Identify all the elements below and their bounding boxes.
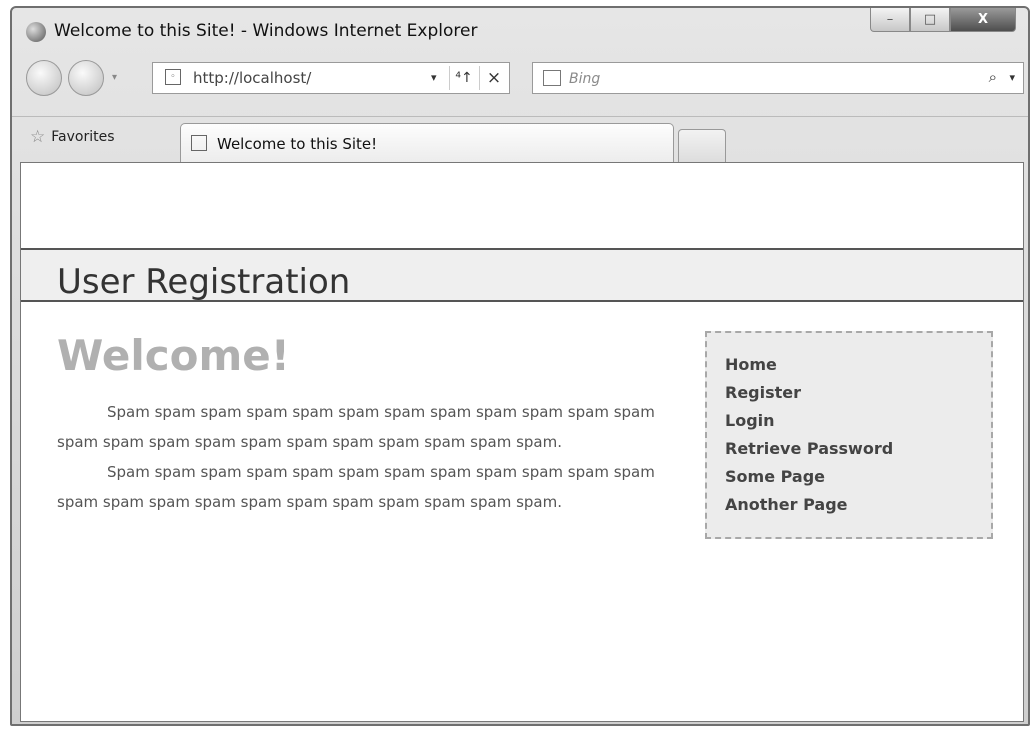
page-icon	[191, 135, 207, 151]
sidebar-item-another-page[interactable]: Another Page	[725, 491, 991, 519]
page-icon: ◦	[165, 69, 181, 85]
tab-label: Welcome to this Site!	[217, 135, 378, 153]
favorites-button[interactable]: ☆ Favorites	[30, 127, 115, 147]
maximize-button[interactable]: □	[910, 8, 950, 32]
page-content: User Registration Welcome! Spam spam spa…	[20, 162, 1024, 722]
stop-icon[interactable]: ×	[479, 66, 508, 90]
welcome-heading: Welcome!	[57, 331, 290, 380]
window-title: Welcome to this Site! - Windows Internet…	[54, 21, 478, 41]
main-content: Welcome! Spam spam spam spam spam spam s…	[57, 335, 657, 517]
favorites-label: Favorites	[51, 129, 115, 145]
sidebar-item-register[interactable]: Register	[725, 379, 991, 407]
page-banner: User Registration	[21, 248, 1023, 302]
search-input[interactable]	[567, 67, 951, 91]
sidebar-item-home[interactable]: Home	[725, 351, 991, 379]
paragraph: Spam spam spam spam spam spam spam spam …	[57, 403, 655, 451]
tab-active[interactable]: Welcome to this Site!	[180, 123, 674, 163]
refresh-icon[interactable]: ⁴↑	[449, 66, 478, 90]
address-bar[interactable]: ◦ http://localhost/ ▾ ⁴↑ ×	[152, 62, 510, 94]
history-dropdown-icon[interactable]: ▾	[112, 72, 117, 83]
forward-button[interactable]	[68, 60, 104, 96]
paragraph: Spam spam spam spam spam spam spam spam …	[57, 463, 655, 511]
browser-window: Welcome to this Site! - Windows Internet…	[10, 6, 1030, 726]
sidebar-item-retrieve-password[interactable]: Retrieve Password	[725, 435, 991, 463]
address-dropdown-icon[interactable]: ▾	[431, 71, 437, 84]
page-title: User Registration	[57, 262, 351, 302]
bing-icon	[543, 70, 561, 86]
address-text[interactable]: http://localhost/	[193, 69, 311, 87]
title-bar[interactable]: Welcome to this Site! - Windows Internet…	[12, 8, 1028, 52]
ie-logo-icon	[26, 22, 46, 42]
sidebar-menu: Home Register Login Retrieve Password So…	[705, 331, 993, 539]
close-button[interactable]: X	[950, 8, 1016, 32]
navigation-bar: ▾ ◦ http://localhost/ ▾ ⁴↑ × ⌕ ▾	[12, 52, 1028, 98]
search-box[interactable]: ⌕ ▾	[532, 62, 1024, 94]
search-dropdown-icon[interactable]: ▾	[1009, 71, 1015, 84]
sidebar-item-some-page[interactable]: Some Page	[725, 463, 991, 491]
window-controls: – □ X	[870, 8, 1016, 34]
back-button[interactable]	[26, 60, 62, 96]
star-icon: ☆	[30, 127, 46, 147]
sidebar-item-login[interactable]: Login	[725, 407, 991, 435]
minimize-button[interactable]: –	[870, 8, 910, 32]
new-tab-button[interactable]	[678, 129, 726, 163]
tab-bar: ☆ Favorites Welcome to this Site!	[12, 116, 1028, 163]
search-icon[interactable]: ⌕	[989, 68, 997, 86]
